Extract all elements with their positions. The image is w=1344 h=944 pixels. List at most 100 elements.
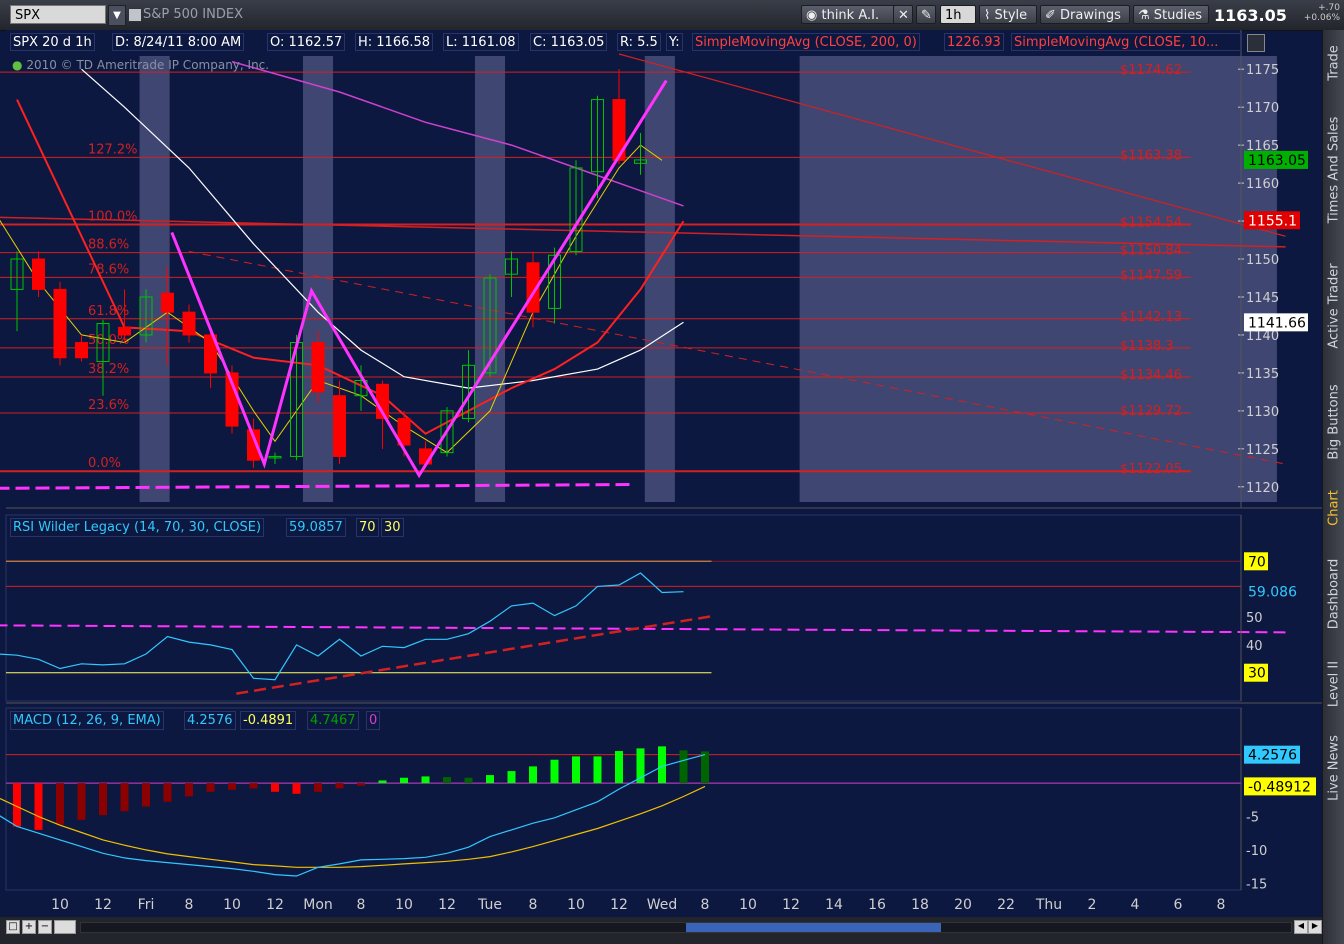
macd-hist-bar-positive (572, 756, 580, 784)
zoom-in-icon: + (24, 921, 34, 932)
rsi-os-label: 30 (381, 518, 404, 537)
macd-title: MACD (12, 26, 9, EMA) (10, 711, 164, 730)
rsi-ob-label: 70 (356, 518, 379, 537)
price-y-label: 1120 (1246, 481, 1279, 496)
zoom-out-icon: − (40, 921, 50, 932)
rsi-axis-tag: 30 (1248, 666, 1266, 682)
zoom-slider[interactable] (54, 920, 76, 934)
zoom-in-button[interactable]: + (22, 920, 36, 934)
macd-hist-bar-positive (701, 751, 709, 784)
macd-hist-bar-negative (34, 783, 43, 830)
tab-times-and-sales[interactable]: Times And Sales (1322, 96, 1344, 244)
fib-percent-label: 0.0% (88, 456, 121, 471)
price-y-label: 1145 (1246, 291, 1279, 306)
candle-down (53, 288, 67, 359)
macd-hist-bar-negative (357, 783, 365, 786)
x-axis-label: 8 (529, 897, 538, 913)
macd-hist-bar-negative (228, 783, 236, 790)
macd-axis-tag: -0.48912 (1248, 779, 1311, 795)
tab-active-trader-label: Active Trader (1326, 263, 1341, 349)
candle-down (118, 326, 131, 336)
macd-hist-bar-positive (421, 776, 430, 784)
macd-hist-bar-positive (443, 777, 451, 784)
macd-hist-bar-negative (271, 783, 279, 792)
fib-value-label: $1142.13 (1120, 310, 1182, 325)
bar-low: L: 1161.08 (443, 33, 519, 51)
macd-hist-bar-positive (464, 777, 473, 784)
x-axis-label: 18 (911, 897, 929, 913)
macd-hist-bar-negative (314, 783, 322, 792)
zoom-reset-button[interactable]: □ (6, 920, 20, 934)
tab-level-ii[interactable]: Level II (1322, 648, 1344, 720)
scroll-right-button[interactable]: ▶ (1308, 920, 1322, 934)
fib-value-label: $1150.84 (1120, 244, 1182, 259)
macd-hist-bar-positive (400, 777, 408, 784)
fib-value-label: $1147.59 (1120, 268, 1182, 283)
macd-signal-value: -0.4891 (240, 711, 297, 730)
x-axis-label: 10 (567, 897, 585, 913)
tab-chart[interactable]: Chart (1322, 476, 1344, 540)
price-y-label: 1125 (1246, 443, 1279, 458)
chart-title: SPX 20 d 1h (10, 33, 95, 51)
tab-level-ii-label: Level II (1326, 660, 1341, 708)
macd-hist-bar-positive (550, 759, 559, 784)
candle-down (182, 311, 196, 336)
macd-hist-bar-positive (486, 775, 494, 784)
macd-y-label: -10 (1246, 844, 1267, 859)
fib-percent-label: 100.0% (88, 210, 138, 225)
rsi-title: RSI Wilder Legacy (14, 70, 30, CLOSE) (10, 518, 265, 537)
tab-chart-label: Chart (1326, 490, 1341, 526)
x-axis-label: 10 (51, 897, 69, 913)
fib-value-label: $1129.72 (1120, 404, 1182, 419)
chevron-left-icon: ◀ (1297, 921, 1305, 930)
price-y-label: 1150 (1246, 253, 1279, 268)
rsi-y-label: 40 (1246, 639, 1263, 654)
macd-hist-bar-positive (679, 750, 688, 784)
x-axis-label: 14 (825, 897, 843, 913)
macd-hist-bar-negative (335, 783, 344, 789)
fib-value-label: $1174.62 (1120, 63, 1182, 78)
x-axis-label: 20 (954, 897, 972, 913)
macd-hist-bar-positive (658, 746, 666, 784)
x-axis-label: Fri (138, 897, 155, 913)
tab-big-buttons[interactable]: Big Buttons (1322, 368, 1344, 476)
tab-active-trader[interactable]: Active Trader (1322, 244, 1344, 368)
macd-hist-bar-negative (163, 783, 172, 802)
candle-down (161, 292, 174, 313)
fib-value-label: $1134.46 (1120, 368, 1182, 383)
td-logo-icon: ● (12, 58, 23, 72)
candle-down (333, 395, 346, 457)
macd-hist-bar-negative (142, 783, 150, 807)
tab-dashboard-label: Dashboard (1326, 558, 1341, 630)
chevron-right-icon: ▶ (1311, 921, 1319, 930)
candle-down (32, 258, 45, 290)
x-axis-label: 12 (94, 897, 112, 913)
price-y-label: 1130 (1246, 405, 1279, 420)
macd-hist-bar-positive (507, 771, 516, 784)
macd-panel-bg (5, 707, 1242, 891)
price-y-label: 1170 (1246, 101, 1279, 116)
macd-hist-bar-negative (120, 783, 129, 812)
tab-trade[interactable]: Trade (1322, 30, 1344, 96)
reset-icon: □ (8, 921, 18, 932)
chart-settings-icon[interactable] (1247, 34, 1265, 52)
macd-hist-bar-negative (249, 783, 258, 789)
tab-live-news[interactable]: Live News (1322, 720, 1344, 816)
tab-big-buttons-label: Big Buttons (1326, 384, 1341, 460)
zoom-out-button[interactable]: − (38, 920, 52, 934)
macd-hist-bar-negative (56, 783, 64, 825)
horizontal-scrollbar[interactable] (80, 922, 1292, 933)
bottom-bar: □ + − ◀ ▶ (0, 917, 1322, 944)
session-shade (139, 56, 170, 502)
scrollbar-thumb[interactable] (686, 923, 941, 932)
bar-y: Y: (666, 33, 683, 51)
scroll-left-button[interactable]: ◀ (1294, 920, 1308, 934)
macd-y-label: -5 (1246, 811, 1259, 826)
price-y-label: 1160 (1246, 177, 1279, 192)
bar-open: O: 1162.57 (267, 33, 346, 51)
tab-dashboard[interactable]: Dashboard (1322, 540, 1344, 648)
macd-axis-tag: 4.2576 (1248, 748, 1297, 764)
price-y-label: 1175 (1246, 63, 1279, 78)
chart-canvas[interactable]: 1120112511301135114011451150115511601165… (0, 0, 1322, 917)
macd-value: 4.2576 (184, 711, 236, 730)
